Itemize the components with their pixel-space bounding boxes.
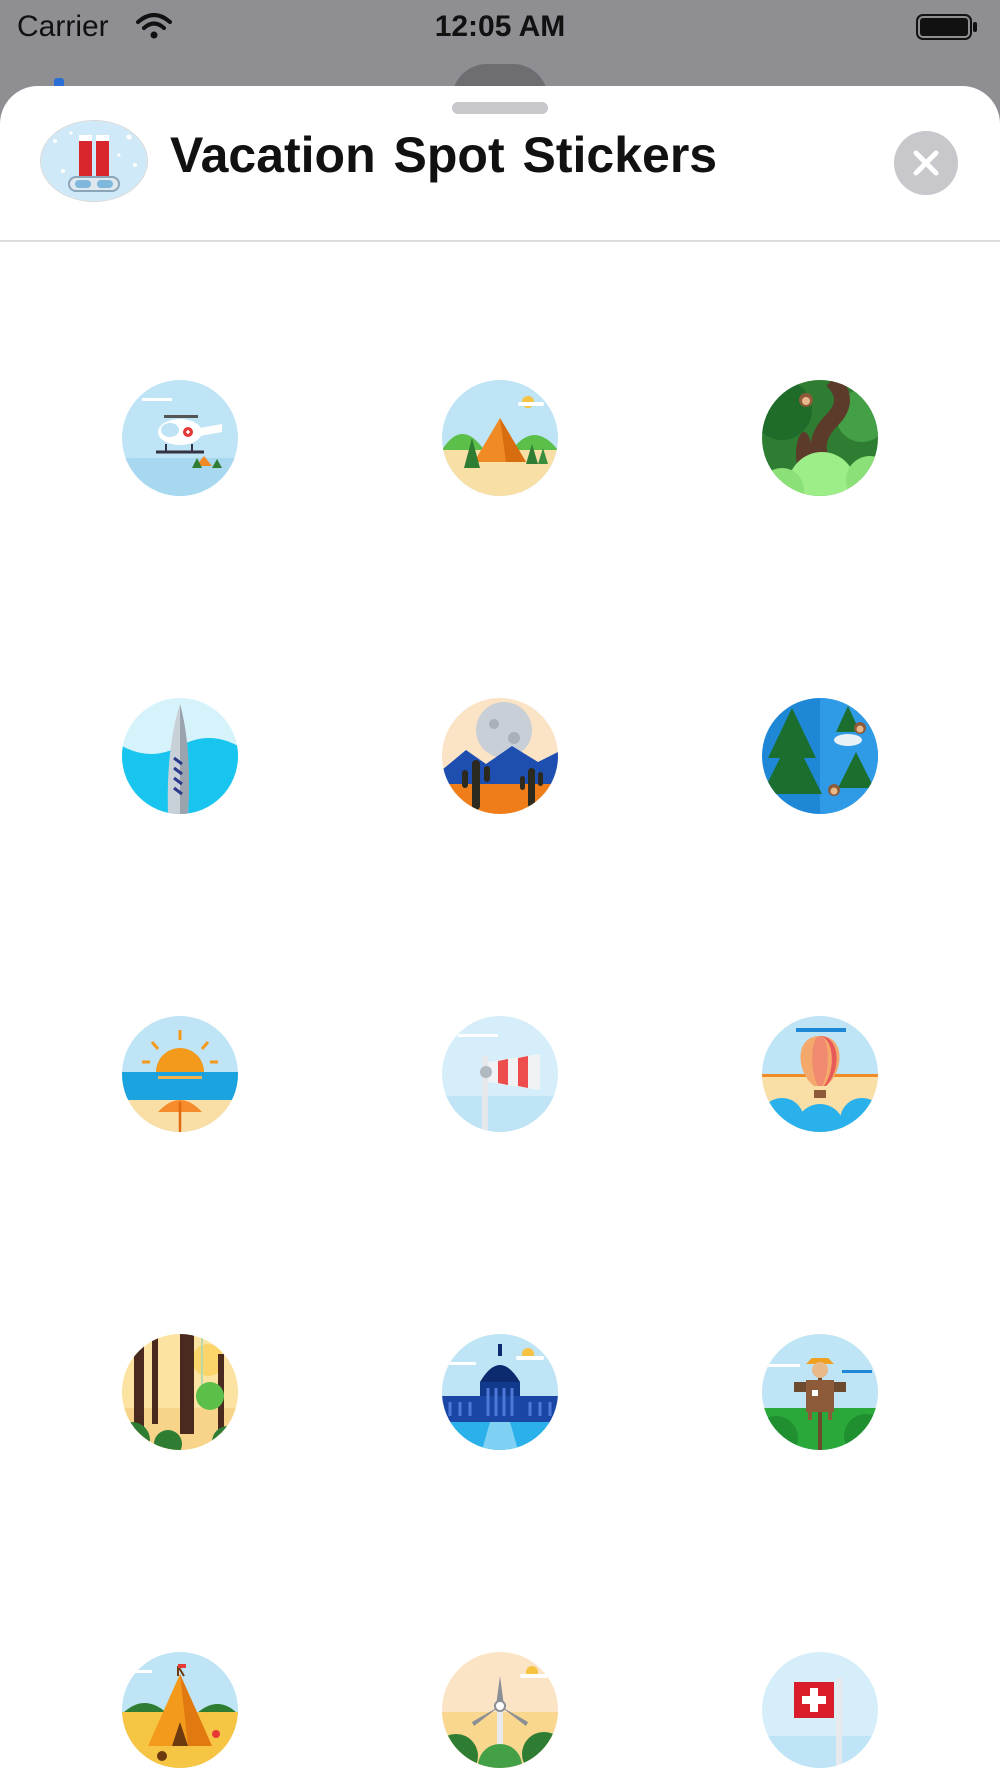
forest-monkeys-icon[interactable]: [762, 698, 878, 814]
jungle-monkey-icon[interactable]: [762, 380, 878, 496]
battery-icon: [916, 14, 977, 40]
helicopter-icon[interactable]: [122, 380, 238, 496]
forest-trees-icon[interactable]: [122, 1334, 238, 1450]
close-button[interactable]: [894, 131, 958, 195]
surfboard-icon[interactable]: [122, 698, 238, 814]
sticker-grid: [0, 240, 1000, 1778]
capitol-building-icon[interactable]: [442, 1334, 558, 1450]
sticker-sheet: Vacation Spot Stickers: [0, 86, 1000, 1778]
windmill-icon[interactable]: [442, 1652, 558, 1768]
teepee-camp-icon[interactable]: [122, 1652, 238, 1768]
camping-tent-icon[interactable]: [442, 380, 558, 496]
desert-cactus-icon[interactable]: [442, 698, 558, 814]
windsock-icon[interactable]: [442, 1016, 558, 1132]
status-time: 12:05 AM: [434, 10, 566, 43]
status-bar: Carrier 12:05 AM: [0, 0, 1000, 60]
close-icon: [913, 150, 939, 176]
swiss-flag-icon[interactable]: [762, 1652, 878, 1768]
sheet-title: Vacation Spot Stickers: [170, 127, 718, 183]
sheet-header: Vacation Spot Stickers: [0, 86, 1000, 242]
hot-air-balloon-icon[interactable]: [762, 1016, 878, 1132]
scarecrow-icon[interactable]: [762, 1334, 878, 1450]
beach-sunset-umbrella-icon[interactable]: [122, 1016, 238, 1132]
ski-goggles-icon: [40, 120, 148, 202]
